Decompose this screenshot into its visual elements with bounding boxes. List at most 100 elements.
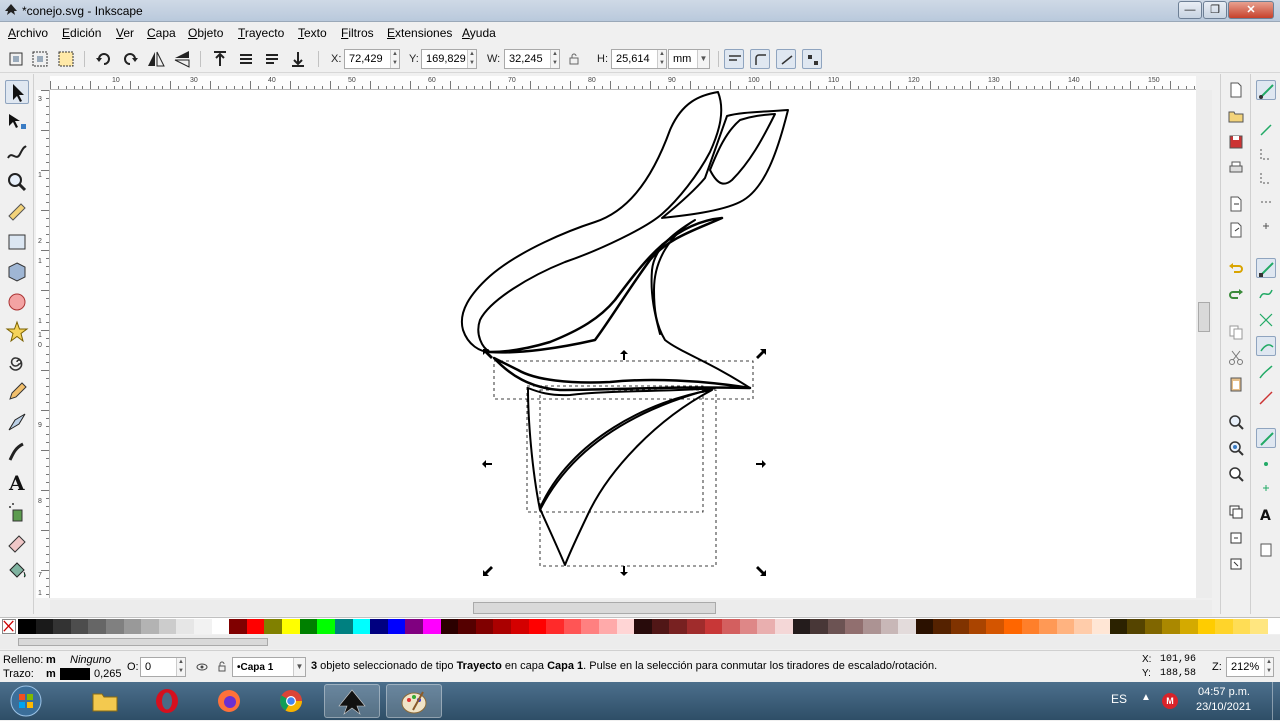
palette-swatch[interactable] — [669, 619, 688, 634]
tray-expand-icon[interactable]: ▲ — [1141, 692, 1151, 703]
y-field[interactable]: 169,829 ▲ ▼ — [421, 49, 477, 69]
open-icon[interactable] — [1226, 106, 1246, 126]
palette-swatch[interactable] — [563, 619, 582, 634]
palette-swatch[interactable] — [88, 619, 107, 634]
palette-swatch[interactable] — [352, 619, 371, 634]
palette-swatch[interactable] — [53, 619, 72, 634]
palette-swatch[interactable] — [1109, 619, 1128, 634]
layer-select[interactable]: •Capa 1 ▼ — [232, 657, 306, 677]
no-paint-swatch[interactable] — [2, 619, 16, 634]
paint-bucket-tool-icon[interactable] — [5, 560, 29, 584]
palette-swatch[interactable] — [616, 619, 635, 634]
palette-swatch[interactable] — [211, 619, 230, 634]
lower-to-bottom-icon[interactable] — [288, 49, 308, 69]
fill-value[interactable]: Ninguno — [70, 654, 111, 666]
palette-swatch[interactable] — [863, 619, 882, 634]
snap-toggle-icon[interactable] — [1256, 80, 1276, 100]
maximize-button[interactable]: ❐ — [1203, 1, 1227, 19]
palette-swatch[interactable] — [1232, 619, 1251, 634]
duplicate-icon[interactable] — [1226, 502, 1246, 522]
palette-swatch[interactable] — [176, 619, 195, 634]
export-icon[interactable] — [1226, 220, 1246, 240]
palette-swatch[interactable] — [651, 619, 670, 634]
palette-swatch[interactable] — [1144, 619, 1163, 634]
palette-swatch[interactable] — [158, 619, 177, 634]
palette-swatch[interactable] — [422, 619, 442, 634]
start-button[interactable] — [6, 684, 46, 718]
palette-swatch[interactable] — [35, 619, 54, 634]
paste-icon[interactable] — [1226, 374, 1246, 394]
close-button[interactable]: ✕ — [1228, 1, 1274, 19]
snap-paths-icon[interactable] — [1256, 284, 1276, 304]
h-field[interactable]: 25,614 ▲ ▼ — [611, 49, 667, 69]
palette-swatch[interactable] — [317, 619, 336, 634]
menu-capa[interactable]: Capa — [147, 26, 176, 40]
palette-swatch[interactable] — [1179, 619, 1199, 634]
palette-swatch[interactable] — [687, 619, 706, 634]
palette-swatch[interactable] — [528, 619, 547, 634]
flip-vertical-icon[interactable] — [172, 49, 192, 69]
palette-swatch[interactable] — [1091, 619, 1111, 634]
layer-lock-icon[interactable] — [216, 661, 228, 673]
redo-icon[interactable] — [1226, 284, 1246, 304]
node-tool-icon[interactable] — [5, 110, 29, 134]
snap-rotation-centers-icon[interactable] — [1256, 478, 1276, 498]
menu-archivo[interactable]: Archivo — [8, 26, 48, 40]
zoom-page-icon[interactable] — [1226, 464, 1246, 484]
palette-swatch[interactable] — [634, 619, 653, 634]
palette-swatch[interactable] — [1003, 619, 1022, 634]
copy-icon[interactable] — [1226, 322, 1246, 342]
selector-tool-icon[interactable] — [5, 80, 29, 104]
eraser-tool-icon[interactable] — [5, 530, 29, 554]
palette-swatch[interactable] — [264, 619, 283, 634]
palette-swatch[interactable] — [141, 619, 160, 634]
palette-swatch[interactable] — [1127, 619, 1146, 634]
snap-bbox-icon[interactable] — [1256, 120, 1276, 140]
palette-swatch[interactable] — [510, 619, 530, 634]
palette-swatch[interactable] — [1250, 619, 1269, 634]
cut-icon[interactable] — [1226, 348, 1246, 368]
tray-app-icon[interactable]: M — [1162, 693, 1178, 709]
unit-select[interactable]: mm ▼ — [668, 49, 710, 69]
pencil-tool-icon[interactable] — [5, 380, 29, 404]
palette-swatch[interactable] — [986, 619, 1005, 634]
lower-icon[interactable] — [262, 49, 282, 69]
palette-swatch[interactable] — [775, 619, 794, 634]
palette-swatch[interactable] — [739, 619, 758, 634]
palette-swatch[interactable] — [493, 619, 512, 634]
palette-swatch[interactable] — [440, 619, 459, 634]
palette-swatch[interactable] — [475, 619, 494, 634]
menu-edicion[interactable]: Edición — [62, 26, 101, 40]
palette-swatch[interactable] — [598, 619, 618, 634]
pen-tool-icon[interactable] — [5, 410, 29, 434]
palette-swatch[interactable] — [915, 619, 934, 634]
menu-objeto[interactable]: Objeto — [188, 26, 223, 40]
palette-swatch[interactable] — [18, 619, 37, 634]
stroke-width[interactable]: 0,265 — [94, 668, 122, 680]
horizontal-scroll-thumb[interactable] — [473, 602, 716, 614]
snap-bbox-edges-icon[interactable] — [1256, 144, 1276, 164]
vertical-scroll-thumb[interactable] — [1198, 302, 1210, 332]
snap-others-icon[interactable] — [1256, 428, 1276, 448]
minimize-button[interactable]: — — [1178, 1, 1202, 19]
snap-text-baseline-icon[interactable]: A — [1256, 504, 1276, 524]
zoom-drawing-icon[interactable] — [1226, 438, 1246, 458]
new-document-icon[interactable] — [1226, 80, 1246, 100]
vertical-scrollbar[interactable] — [1196, 90, 1212, 598]
palette-swatch[interactable] — [581, 619, 600, 634]
select-all-layers-icon[interactable] — [30, 49, 50, 69]
drawing-canvas[interactable] — [50, 90, 1196, 598]
layer-visibility-icon[interactable] — [196, 661, 208, 673]
clock-time[interactable]: 04:57 p.m. — [1198, 686, 1250, 698]
spiral-tool-icon[interactable] — [5, 350, 29, 374]
palette-swatch[interactable] — [722, 619, 741, 634]
clone-icon[interactable] — [1226, 528, 1246, 548]
palette-swatch[interactable] — [968, 619, 987, 634]
palette-swatch[interactable] — [1039, 619, 1058, 634]
palette-swatch[interactable] — [70, 619, 89, 634]
opacity-field[interactable]: 0 ▲ ▼ — [140, 657, 186, 677]
palette-swatch[interactable] — [334, 619, 353, 634]
clock-date[interactable]: 23/10/2021 — [1196, 701, 1251, 713]
taskbar-firefox[interactable] — [202, 684, 258, 718]
menu-ver[interactable]: Ver — [116, 26, 134, 40]
